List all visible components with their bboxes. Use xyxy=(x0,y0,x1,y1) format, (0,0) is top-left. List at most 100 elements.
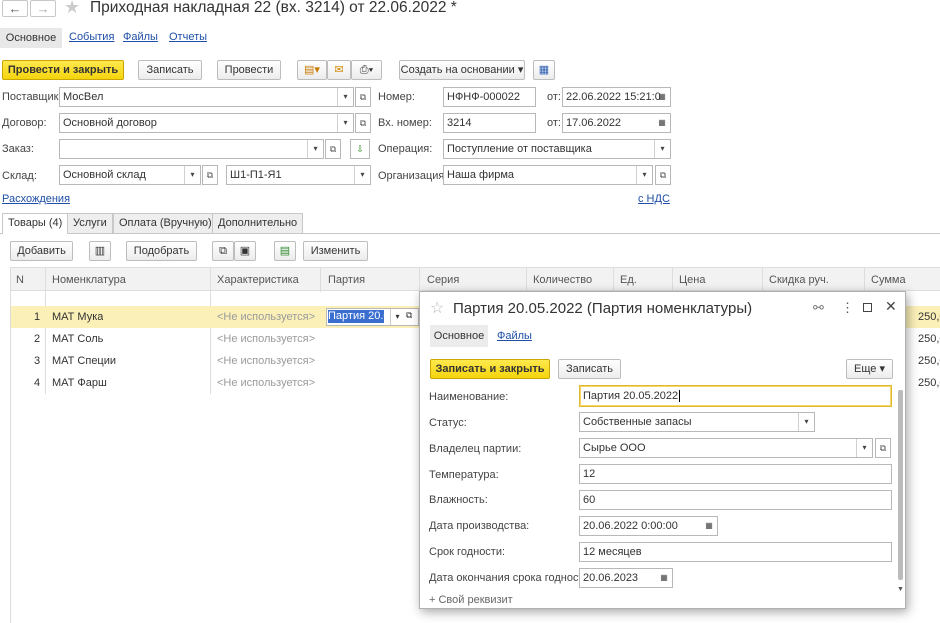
save-button[interactable]: Записать xyxy=(138,60,202,80)
col-discount[interactable]: Скидка руч. xyxy=(769,274,829,286)
operation-field[interactable]: Поступление от поставщика ▾ xyxy=(443,139,671,159)
order-field[interactable]: ▾ xyxy=(59,139,324,159)
dialog-more-button[interactable]: Еще ▾ xyxy=(846,359,893,379)
chevron-down-icon[interactable]: ▾ xyxy=(337,114,353,132)
column-divider xyxy=(45,268,46,394)
more-options-icon[interactable]: ⋮ xyxy=(841,300,854,316)
forward-button[interactable]: → xyxy=(30,0,56,17)
barcode-button[interactable]: ▥ xyxy=(89,241,111,261)
col-unit[interactable]: Ед. xyxy=(620,274,637,286)
dialog-scrollbar[interactable] xyxy=(898,390,903,580)
in-number-field[interactable]: 3214 xyxy=(443,113,536,133)
mail-button[interactable]: ✉ xyxy=(327,60,351,80)
row-characteristic[interactable]: <Не используется> xyxy=(217,333,315,345)
calendar-icon[interactable]: ▦ xyxy=(656,569,672,587)
back-button[interactable]: ← xyxy=(2,0,28,17)
paste-rows-button[interactable]: ▣ xyxy=(234,241,256,261)
favorite-star-icon[interactable]: ★ xyxy=(64,0,80,18)
fill-order-button[interactable]: ⇩ xyxy=(350,139,370,159)
open-contract-button[interactable]: ⧉ xyxy=(355,113,371,133)
vat-link[interactable]: с НДС xyxy=(638,193,670,205)
open-warehouse-button[interactable]: ⧉ xyxy=(202,165,218,185)
contract-field[interactable]: Основной договор ▾ xyxy=(59,113,354,133)
calendar-icon[interactable]: ▦ xyxy=(654,114,670,132)
dialog-save-close-button[interactable]: Записать и закрыть xyxy=(430,359,550,379)
open-batch-icon[interactable]: ⧉ xyxy=(406,310,412,321)
nav-events-link[interactable]: События xyxy=(69,31,114,43)
discrepancies-link[interactable]: Расхождения xyxy=(2,193,70,205)
open-order-button[interactable]: ⧉ xyxy=(325,139,341,159)
link-icon[interactable]: ⚯ xyxy=(813,300,824,316)
row-characteristic[interactable]: <Не используется> xyxy=(217,355,315,367)
close-icon[interactable]: ✕ xyxy=(885,298,897,315)
chevron-down-icon[interactable]: ▾ xyxy=(636,166,652,184)
fill-button[interactable]: ▤ xyxy=(274,241,296,261)
col-batch[interactable]: Партия xyxy=(328,274,365,286)
chevron-down-icon[interactable]: ▾ xyxy=(654,140,670,158)
row-item[interactable]: МАТ Специи xyxy=(52,355,116,367)
chevron-down-icon[interactable]: ▾ xyxy=(390,309,404,325)
dialog-star-icon[interactable]: ☆ xyxy=(430,298,444,318)
status-field[interactable]: Собственные запасы ▾ xyxy=(579,412,815,432)
chevron-down-icon[interactable]: ▾ xyxy=(337,88,353,106)
nav-reports-link[interactable]: Отчеты xyxy=(169,31,207,43)
date-field[interactable]: 22.06.2022 15:21:0 ▦ xyxy=(562,87,671,107)
calendar-icon[interactable]: ▦ xyxy=(654,88,670,106)
print-button[interactable]: ⎙▾ xyxy=(351,60,382,80)
attach-file-button[interactable]: ▤▾ xyxy=(297,60,327,80)
number-field[interactable]: НФНФ-000022 xyxy=(443,87,536,107)
open-supplier-button[interactable]: ⧉ xyxy=(355,87,371,107)
storage-cell-field[interactable]: Ш1-П1-Я1 ▾ xyxy=(226,165,371,185)
nav-main-tab[interactable]: Основное xyxy=(0,28,62,48)
change-button[interactable]: Изменить xyxy=(303,241,368,261)
add-property-link[interactable]: + Свой реквизит xyxy=(429,594,513,606)
post-and-close-button[interactable]: Провести и закрыть xyxy=(2,60,124,80)
post-button[interactable]: Провести xyxy=(217,60,281,80)
nav-files-link[interactable]: Файлы xyxy=(123,31,158,43)
name-field[interactable]: Партия 20.05.2022 xyxy=(579,385,892,407)
batch-selected-text[interactable]: Партия 20.0 xyxy=(328,310,384,323)
chevron-down-icon[interactable]: ▾ xyxy=(354,166,370,184)
supplier-field[interactable]: МосВел ▾ xyxy=(59,87,354,107)
temperature-field[interactable]: 12 xyxy=(579,464,892,484)
tab-payment[interactable]: Оплата (Вручную) xyxy=(113,213,218,233)
col-quantity[interactable]: Количество xyxy=(533,274,592,286)
shelf-life-field[interactable]: 12 месяцев xyxy=(579,542,892,562)
col-price[interactable]: Цена xyxy=(679,274,705,286)
row-item[interactable]: МАТ Фарш xyxy=(52,377,107,389)
open-owner-button[interactable]: ⧉ xyxy=(875,438,891,458)
structure-button[interactable]: ▦ xyxy=(533,60,555,80)
in-date-field[interactable]: 17.06.2022 ▦ xyxy=(562,113,671,133)
open-organization-button[interactable]: ⧉ xyxy=(655,165,671,185)
pick-button[interactable]: Подобрать xyxy=(126,241,197,261)
chevron-down-icon[interactable]: ▾ xyxy=(798,413,814,431)
tab-additional[interactable]: Дополнительно xyxy=(212,213,304,233)
owner-field[interactable]: Сырье ООО ▾ xyxy=(579,438,873,458)
dialog-save-button[interactable]: Записать xyxy=(558,359,621,379)
col-item[interactable]: Номенклатура xyxy=(52,274,126,286)
col-n[interactable]: N xyxy=(16,274,24,286)
row-characteristic[interactable]: <Не используется> xyxy=(217,377,315,389)
tab-goods[interactable]: Товары (4) xyxy=(2,213,69,234)
scroll-down-icon[interactable]: ▼ xyxy=(897,586,904,593)
expiry-date-field[interactable]: 20.06.2023 ▦ xyxy=(579,568,673,588)
maximize-icon[interactable] xyxy=(863,303,872,312)
calendar-icon[interactable]: ▦ xyxy=(701,517,717,535)
chevron-down-icon[interactable]: ▾ xyxy=(307,140,323,158)
warehouse-field[interactable]: Основной склад ▾ xyxy=(59,165,201,185)
humidity-field[interactable]: 60 xyxy=(579,490,892,510)
dialog-tab-main[interactable]: Основное xyxy=(430,325,488,347)
col-series[interactable]: Серия xyxy=(427,274,459,286)
dialog-tab-files[interactable]: Файлы xyxy=(497,330,532,342)
chevron-down-icon[interactable]: ▾ xyxy=(184,166,200,184)
production-date-field[interactable]: 20.06.2022 0:00:00 ▦ xyxy=(579,516,718,536)
chevron-down-icon[interactable]: ▾ xyxy=(856,439,872,457)
copy-rows-button[interactable]: ⧉ xyxy=(212,241,234,261)
col-characteristic[interactable]: Характеристика xyxy=(217,274,299,286)
row-item[interactable]: МАТ Соль xyxy=(52,333,103,345)
add-row-button[interactable]: Добавить xyxy=(10,241,73,261)
tab-services[interactable]: Услуги xyxy=(67,213,113,233)
create-based-on-button[interactable]: Создать на основании ▾ xyxy=(399,60,525,80)
col-sum[interactable]: Сумма xyxy=(871,274,906,286)
organization-field[interactable]: Наша фирма ▾ xyxy=(443,165,653,185)
